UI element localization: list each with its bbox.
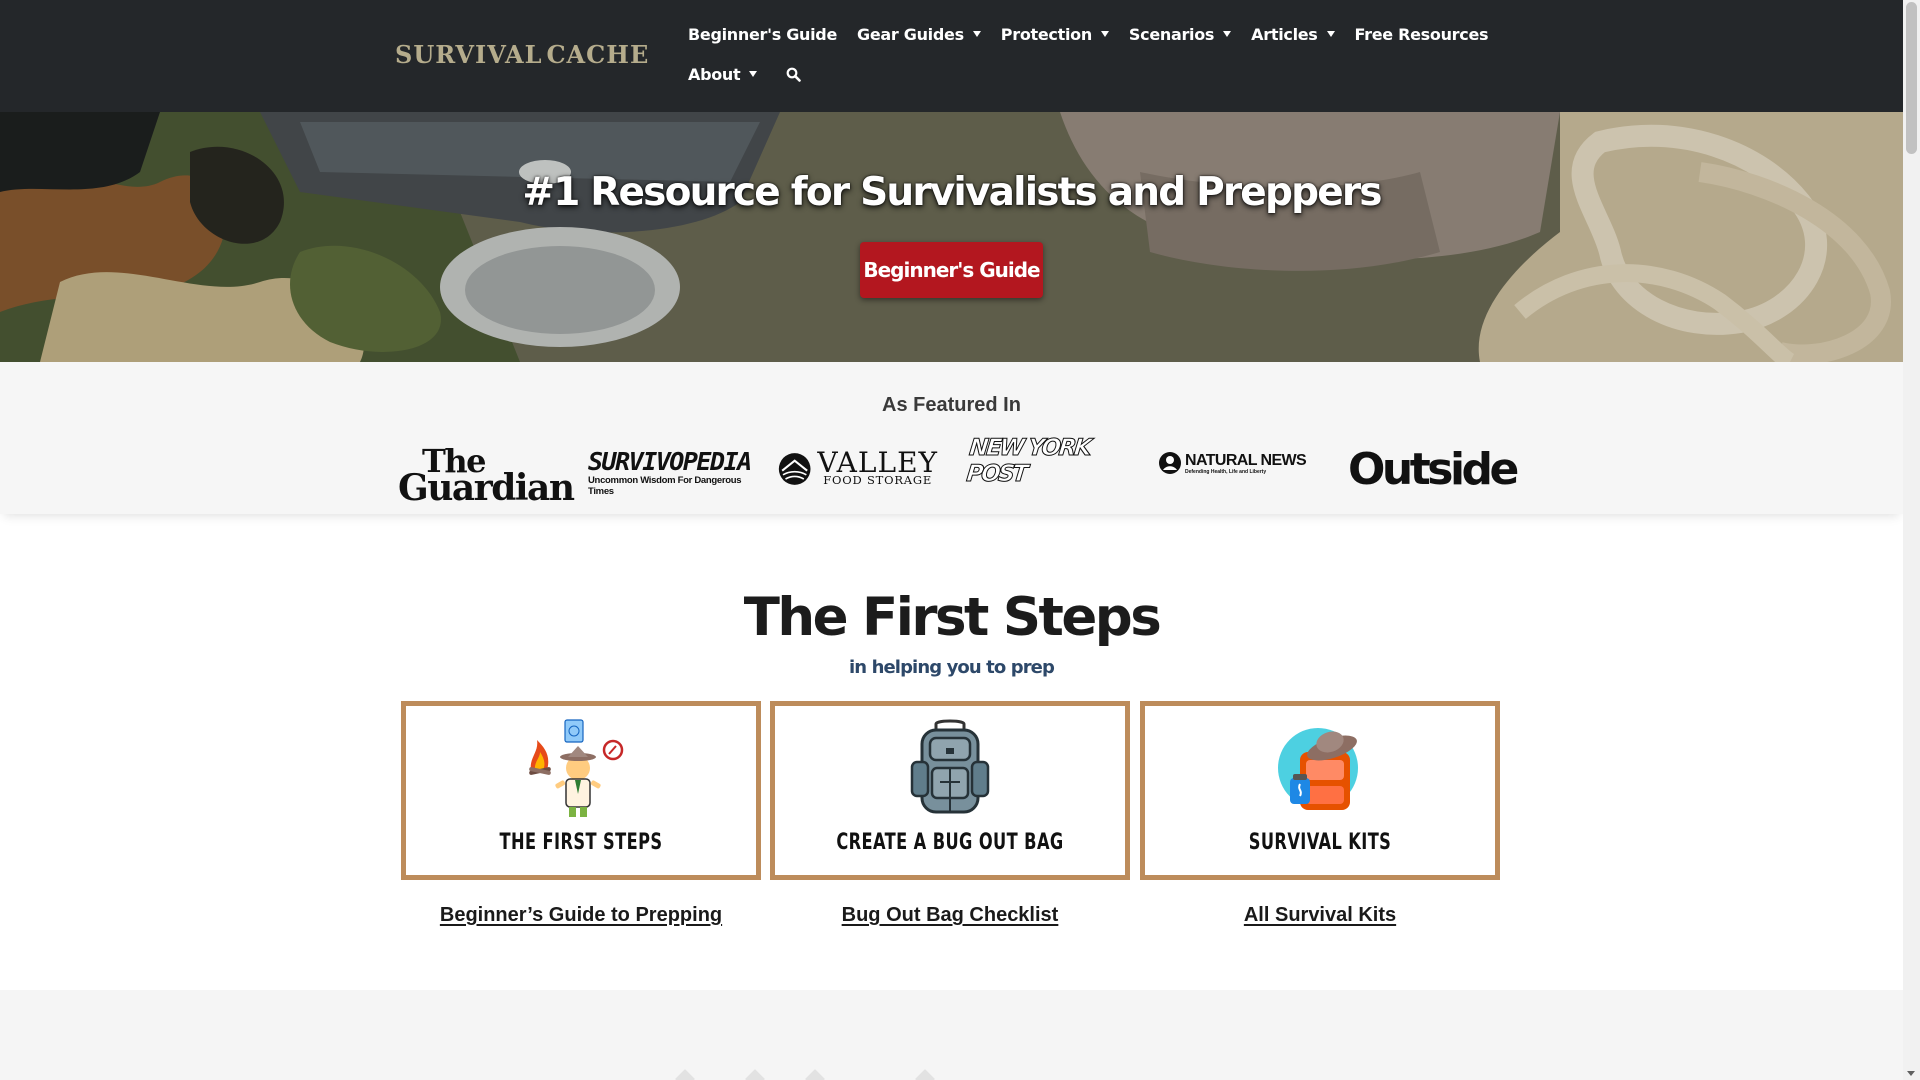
nav-articles[interactable]: Articles xyxy=(1251,24,1335,44)
card-label: CREATE A BUG OUT BAG xyxy=(836,830,1064,855)
valley-text: VALLEY FOOD STORAGE xyxy=(817,446,938,487)
hero-background-image xyxy=(0,112,1903,362)
link-all-survival-kits[interactable]: All Survival Kits xyxy=(1140,904,1500,927)
nav-label: Scenarios xyxy=(1128,24,1215,44)
hero-banner: #1 Resource for Survivalists and Prepper… xyxy=(0,112,1903,362)
valley-food-storage-logo: VALLEY FOOD STORAGE xyxy=(778,436,938,502)
caret-down-icon xyxy=(749,71,758,77)
survivopedia-name: SURVIVOPEDIA xyxy=(588,447,752,476)
nav-free-resources[interactable]: Free Resources xyxy=(1355,25,1489,44)
survival-kit-icon xyxy=(1278,728,1358,810)
card-label: THE FIRST STEPS xyxy=(499,830,663,855)
scrollbar-thumb[interactable] xyxy=(1906,2,1917,154)
link-bug-out-bag-checklist[interactable]: Bug Out Bag Checklist xyxy=(770,904,1130,927)
scroll-down-arrow-icon[interactable] xyxy=(1907,1071,1915,1076)
survivopedia-logo: SURVIVOPEDIA Uncommon Wisdom For Dangero… xyxy=(588,440,752,506)
featured-in-section: As Featured In The Guardian SURVIVOPEDIA… xyxy=(0,362,1903,514)
card-survival-kits[interactable]: SURVIVAL KITS xyxy=(1140,701,1500,880)
nav-label: About xyxy=(688,64,741,84)
site-header: SURVIVAL CACHE Beginner's Guide Gear Gui… xyxy=(0,0,1903,112)
backpack-icon xyxy=(910,719,990,814)
nav-label: Articles xyxy=(1251,24,1318,44)
caret-down-icon xyxy=(1326,31,1335,37)
valley-mountain-icon xyxy=(778,453,811,485)
search-icon[interactable] xyxy=(783,64,803,84)
the-guardian-logo: The Guardian xyxy=(398,442,575,508)
site-logo[interactable]: SURVIVAL CACHE xyxy=(395,28,648,80)
valley-name: VALLEY xyxy=(817,446,938,479)
first-steps-subtitle: in helping you to prep xyxy=(849,657,1055,678)
nav-label: Protection xyxy=(1000,24,1092,44)
valley-subtitle: FOOD STORAGE xyxy=(823,473,933,487)
link-beginners-guide-to-prepping[interactable]: Beginner’s Guide to Prepping xyxy=(401,904,761,927)
press-logos: The Guardian SURVIVOPEDIA Uncommon Wisdo… xyxy=(395,435,1519,512)
guardian-line-2: Guardian xyxy=(398,467,575,509)
nav-beginners-guide[interactable]: Beginner's Guide xyxy=(688,25,837,44)
natural-news-name: NATURAL NEWS xyxy=(1185,451,1307,469)
caret-down-icon xyxy=(1100,31,1109,37)
new-york-post-logo: NEW YORK POST xyxy=(965,435,1092,488)
card-art xyxy=(775,718,1125,818)
hero-title: #1 Resource for Survivalists and Prepper… xyxy=(522,170,1382,215)
card-art xyxy=(1145,718,1495,818)
hero-beginners-guide-button[interactable]: Beginner's Guide xyxy=(860,242,1043,298)
card-art xyxy=(406,718,756,818)
card-first-steps[interactable]: THE FIRST STEPS xyxy=(401,701,761,880)
logo-text-left: SURVIVAL xyxy=(395,39,543,69)
natural-news-logo: NATURAL NEWS Defending Health, Life and … xyxy=(1158,430,1318,496)
card-label: SURVIVAL KITS xyxy=(1248,830,1392,855)
card-bug-out-bag[interactable]: CREATE A BUG OUT BAG xyxy=(770,701,1130,880)
nav-protection[interactable]: Protection xyxy=(1001,25,1109,44)
outside-logo: Outside xyxy=(1348,443,1519,495)
next-section xyxy=(0,990,1903,1080)
logo-text-right: CACHE xyxy=(546,39,650,69)
main-nav: Beginner's Guide Gear Guides Protection … xyxy=(688,14,1489,94)
nav-label: Free Resources xyxy=(1354,24,1489,44)
natural-news-tagline: Defending Health, Life and Liberty xyxy=(1185,468,1267,475)
nav-row-2: About xyxy=(688,54,1488,94)
caret-down-icon xyxy=(972,31,981,37)
nav-row-1: Beginner's Guide Gear Guides Protection … xyxy=(688,14,1489,54)
nav-gear-guides[interactable]: Gear Guides xyxy=(857,25,981,44)
featured-in-title: As Featured In xyxy=(882,394,1021,416)
nav-about[interactable]: About xyxy=(688,64,758,84)
nav-label: Gear Guides xyxy=(857,24,964,44)
natural-news-emblem-icon xyxy=(1159,452,1181,474)
nav-label: Beginner's Guide xyxy=(688,24,838,44)
scout-illustration-icon xyxy=(529,719,624,817)
first-steps-title: The First Steps xyxy=(743,587,1162,648)
caret-down-icon xyxy=(1223,31,1232,37)
survivopedia-tagline: Uncommon Wisdom For Dangerous Times xyxy=(588,475,742,497)
nav-scenarios[interactable]: Scenarios xyxy=(1128,24,1232,44)
page-scrollbar[interactable] xyxy=(1903,0,1920,1080)
natural-news-text: NATURAL NEWS Defending Health, Life and … xyxy=(1185,451,1307,475)
